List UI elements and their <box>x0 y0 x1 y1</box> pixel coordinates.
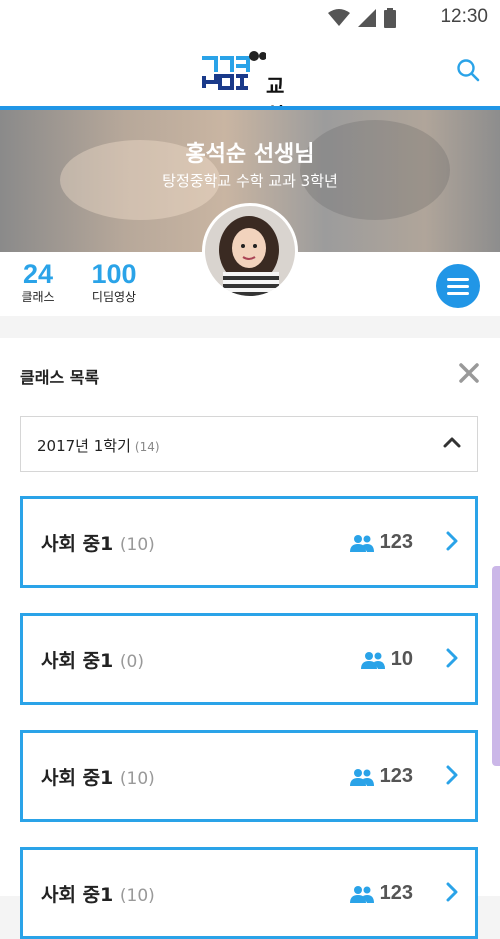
class-count: (0) <box>119 652 144 672</box>
app-header: 교실 <box>0 36 500 127</box>
avatar-image <box>205 206 295 296</box>
member-count: 123 <box>349 882 413 905</box>
teacher-name: 홍석순 선생님 <box>185 142 315 167</box>
member-number: 10 <box>390 648 413 670</box>
menu-icon <box>447 285 469 288</box>
panel-title: 클래스 목록 <box>20 368 100 387</box>
menu-icon <box>447 292 469 295</box>
chevron-right-icon <box>446 765 458 785</box>
people-icon <box>349 534 374 552</box>
class-title: 사회 중1 (10) <box>41 763 155 790</box>
class-title: 사회 중1 (10) <box>41 529 155 556</box>
people-icon <box>360 651 385 669</box>
class-count: (10) <box>119 886 155 906</box>
class-card[interactable]: 사회 중1 (10) 123 <box>20 496 478 588</box>
class-card[interactable]: 사회 중1 (0) 10 <box>20 613 478 705</box>
close-icon[interactable] <box>458 362 480 384</box>
stat-label: 클래스 <box>21 290 55 304</box>
status-time: 12:30 <box>440 6 488 27</box>
class-count: (10) <box>119 769 155 789</box>
signal-icon <box>358 9 376 27</box>
class-name: 사회 중1 <box>41 767 114 789</box>
people-icon <box>349 885 374 903</box>
people-icon <box>349 768 374 786</box>
stat-value: 24 <box>22 259 54 289</box>
member-number: 123 <box>379 882 413 904</box>
class-title: 사회 중1 (10) <box>41 880 155 907</box>
member-count: 123 <box>349 765 413 788</box>
class-name: 사회 중1 <box>41 650 114 672</box>
stat-value: 100 <box>91 259 137 289</box>
battery-icon <box>384 8 396 28</box>
class-card[interactable]: 사회 중1 (10) 123 <box>20 730 478 822</box>
logo-mark <box>202 51 266 90</box>
wifi-icon <box>328 9 350 26</box>
side-drawer-handle[interactable] <box>492 566 500 766</box>
class-list-panel: 클래스 목록 2017년 1학기 (14) 사회 중1 (10) 123 사회 중… <box>0 338 500 939</box>
avatar[interactable] <box>205 206 295 296</box>
chevron-right-icon <box>446 882 458 902</box>
semester-count: (14) <box>134 440 160 454</box>
chevron-up-icon <box>443 437 461 448</box>
chevron-right-icon <box>446 531 458 551</box>
semester-dropdown[interactable]: 2017년 1학기 (14) <box>20 416 478 472</box>
chevron-right-icon <box>446 648 458 668</box>
member-count: 123 <box>349 531 413 554</box>
member-number: 123 <box>379 765 413 787</box>
semester-name: 2017년 1학기 <box>37 437 131 455</box>
status-icons <box>328 8 396 28</box>
search-icon[interactable] <box>456 58 480 82</box>
teacher-school: 탕정중학교 수학 교과 3학년 <box>162 172 338 190</box>
member-number: 123 <box>379 531 413 553</box>
semester-label: 2017년 1학기 (14) <box>37 435 160 456</box>
menu-icon <box>447 278 469 281</box>
app-logo[interactable]: 교실 <box>200 48 300 127</box>
stat-label: 디딤영상 <box>91 290 137 304</box>
class-name: 사회 중1 <box>41 533 114 555</box>
class-count: (10) <box>119 535 155 555</box>
class-title: 사회 중1 (0) <box>41 646 144 673</box>
menu-button[interactable] <box>436 264 480 308</box>
status-bar: 12:30 <box>0 0 500 36</box>
stat-videos[interactable]: 100 디딤영상 <box>86 258 142 304</box>
class-card[interactable]: 사회 중1 (10) 123 <box>20 847 478 939</box>
member-count: 10 <box>360 648 413 671</box>
stat-classes[interactable]: 24 클래스 <box>18 258 58 304</box>
class-name: 사회 중1 <box>41 884 114 906</box>
